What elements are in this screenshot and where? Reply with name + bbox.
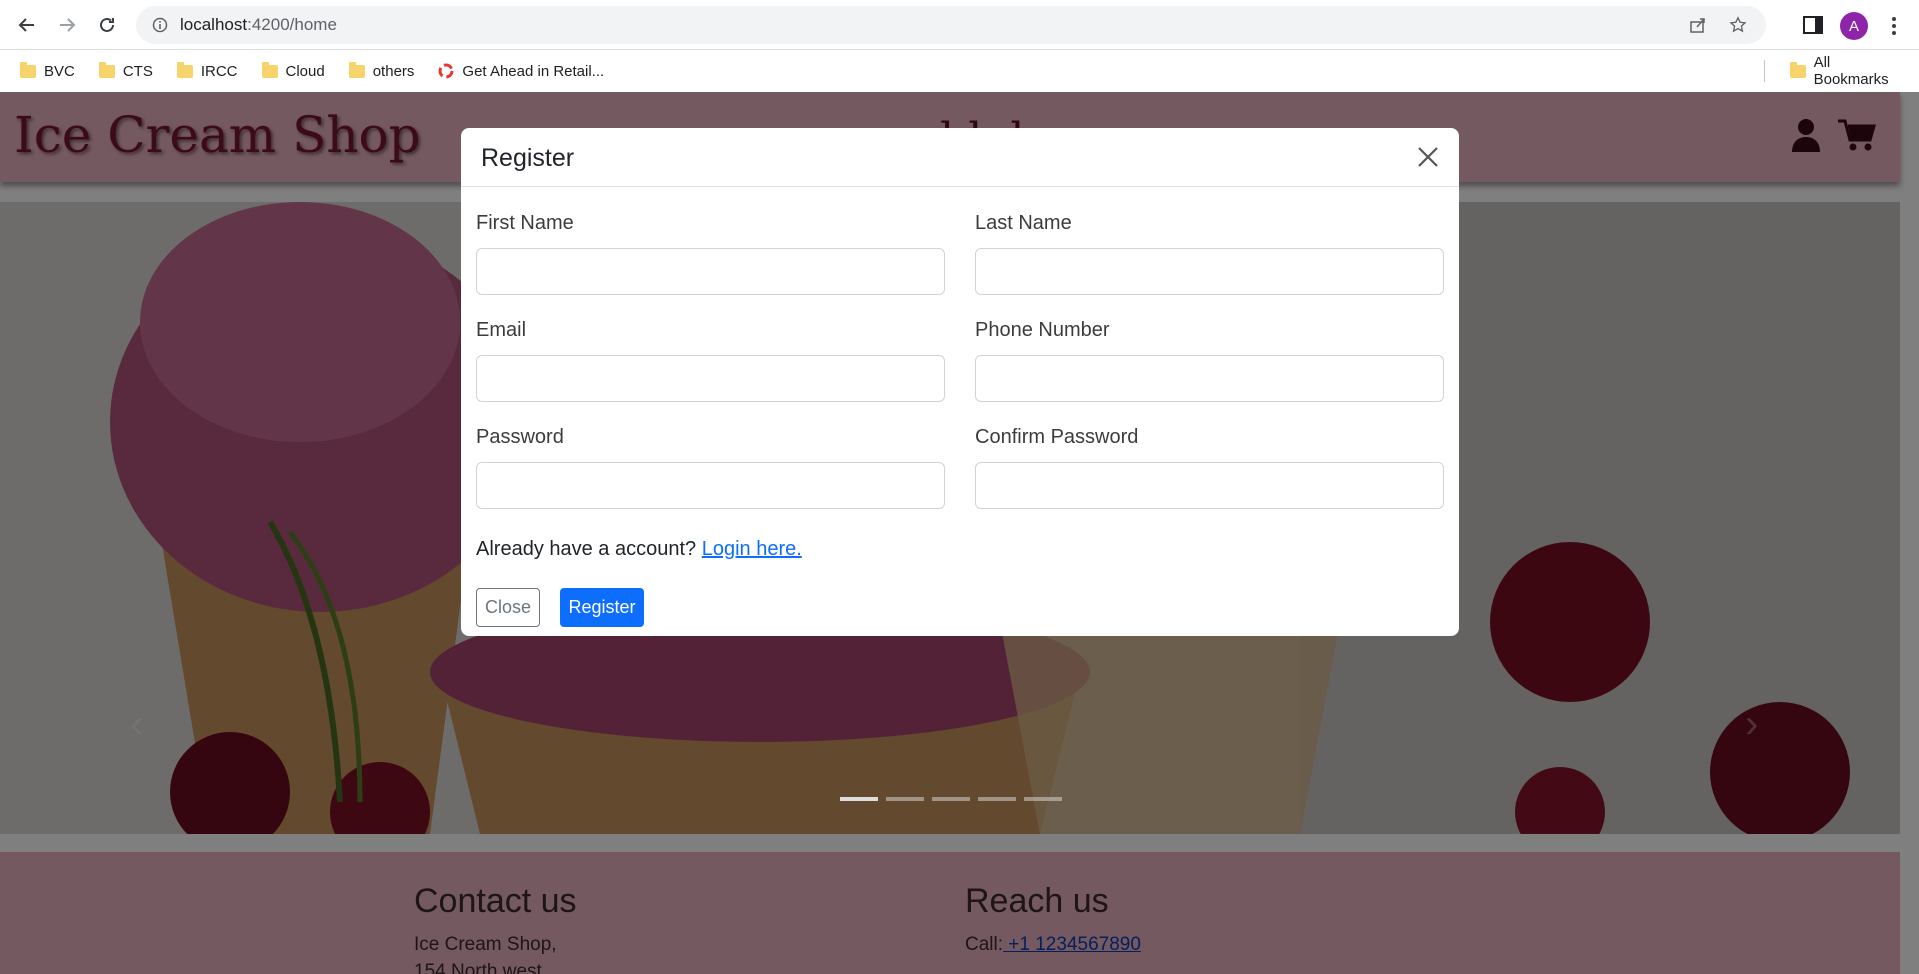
confirm-password-group: Confirm Password	[975, 426, 1444, 509]
bookmark-label: CTS	[122, 62, 153, 80]
bookmark-label: IRCC	[200, 62, 238, 80]
phone-input[interactable]	[975, 355, 1444, 402]
bookmark-label: BVC	[44, 62, 75, 80]
url-text: localhost:4200/home	[180, 15, 337, 35]
bookmark-label: Get Ahead in Retail...	[462, 62, 605, 80]
forward-icon[interactable]	[52, 10, 82, 40]
password-group: Password	[476, 426, 945, 509]
login-link[interactable]: Login here.	[702, 538, 802, 560]
modal-title: Register	[481, 144, 575, 172]
folder-icon	[176, 61, 193, 78]
email-label: Email	[476, 319, 527, 341]
carousel-indicator[interactable]	[1024, 797, 1062, 801]
folder-icon	[20, 61, 36, 78]
folder-icon	[1790, 61, 1806, 78]
site-favicon-icon	[438, 63, 454, 79]
password-label: Password	[476, 426, 564, 448]
confirm-password-label: Confirm Password	[975, 426, 1139, 448]
confirm-password-input[interactable]	[975, 462, 1444, 509]
last-name-label: Last Name	[975, 212, 1072, 234]
first-name-group: First Name	[476, 212, 945, 295]
carousel-indicators	[840, 797, 1062, 801]
folder-icon	[348, 61, 365, 78]
browser-toolbar: localhost:4200/home A	[0, 0, 1919, 50]
phone-group: Phone Number	[975, 319, 1444, 402]
folder-icon	[98, 61, 115, 78]
last-name-group: Last Name	[975, 212, 1444, 295]
close-button[interactable]: Close	[476, 588, 540, 627]
register-modal: Register First Name Last Name Email Phon…	[461, 128, 1459, 636]
back-icon[interactable]	[12, 10, 42, 40]
site-info-icon[interactable]	[150, 15, 170, 35]
login-prompt: Already have a account? Login here.	[476, 538, 802, 561]
modal-header: Register	[461, 128, 1459, 187]
first-name-label: First Name	[476, 212, 574, 234]
side-panel-icon[interactable]	[1802, 14, 1824, 36]
bookmark-folder-others[interactable]: others	[337, 56, 427, 86]
login-prompt-text: Already have a account?	[476, 538, 697, 560]
folder-icon	[261, 61, 278, 78]
carousel-indicator[interactable]	[886, 797, 924, 801]
bookmark-folder-cts[interactable]: CTS	[87, 56, 165, 86]
reload-icon[interactable]	[92, 10, 122, 40]
register-button[interactable]: Register	[560, 588, 644, 627]
carousel-indicator[interactable]	[840, 797, 878, 801]
bookmark-label: Cloud	[285, 62, 325, 80]
bookmarks-bar: BVC CTS IRCC Cloud others Get Ahead in R…	[0, 50, 1919, 92]
url-host: localhost	[180, 15, 248, 34]
carousel-indicator[interactable]	[932, 797, 970, 801]
phone-label: Phone Number	[975, 319, 1110, 341]
all-bookmarks-label: All Bookmarks	[1813, 54, 1889, 88]
email-input[interactable]	[476, 355, 945, 402]
all-bookmarks[interactable]: All Bookmarks	[1778, 54, 1919, 88]
bookmark-site[interactable]: Get Ahead in Retail...	[426, 56, 616, 86]
password-input[interactable]	[476, 462, 945, 509]
bookmark-label: others	[372, 62, 415, 80]
profile-avatar[interactable]: A	[1840, 12, 1868, 40]
menu-icon[interactable]	[1884, 12, 1904, 40]
bookmark-folder-bvc[interactable]: BVC	[8, 56, 87, 86]
bookmark-folder-cloud[interactable]: Cloud	[250, 56, 337, 86]
browser-chrome: localhost:4200/home A BVC CTS IRCC Cloud…	[0, 0, 1919, 92]
bookmark-separator	[1764, 60, 1765, 82]
address-bar[interactable]: localhost:4200/home	[136, 6, 1766, 44]
share-icon[interactable]	[1688, 15, 1708, 35]
last-name-input[interactable]	[975, 248, 1444, 295]
bookmark-folder-ircc[interactable]: IRCC	[165, 56, 250, 86]
email-group: Email	[476, 319, 945, 402]
url-path: :4200/home	[247, 15, 337, 34]
carousel-indicator[interactable]	[978, 797, 1016, 801]
first-name-input[interactable]	[476, 248, 945, 295]
bookmark-star-icon[interactable]	[1728, 15, 1748, 35]
close-icon[interactable]	[1413, 142, 1443, 172]
